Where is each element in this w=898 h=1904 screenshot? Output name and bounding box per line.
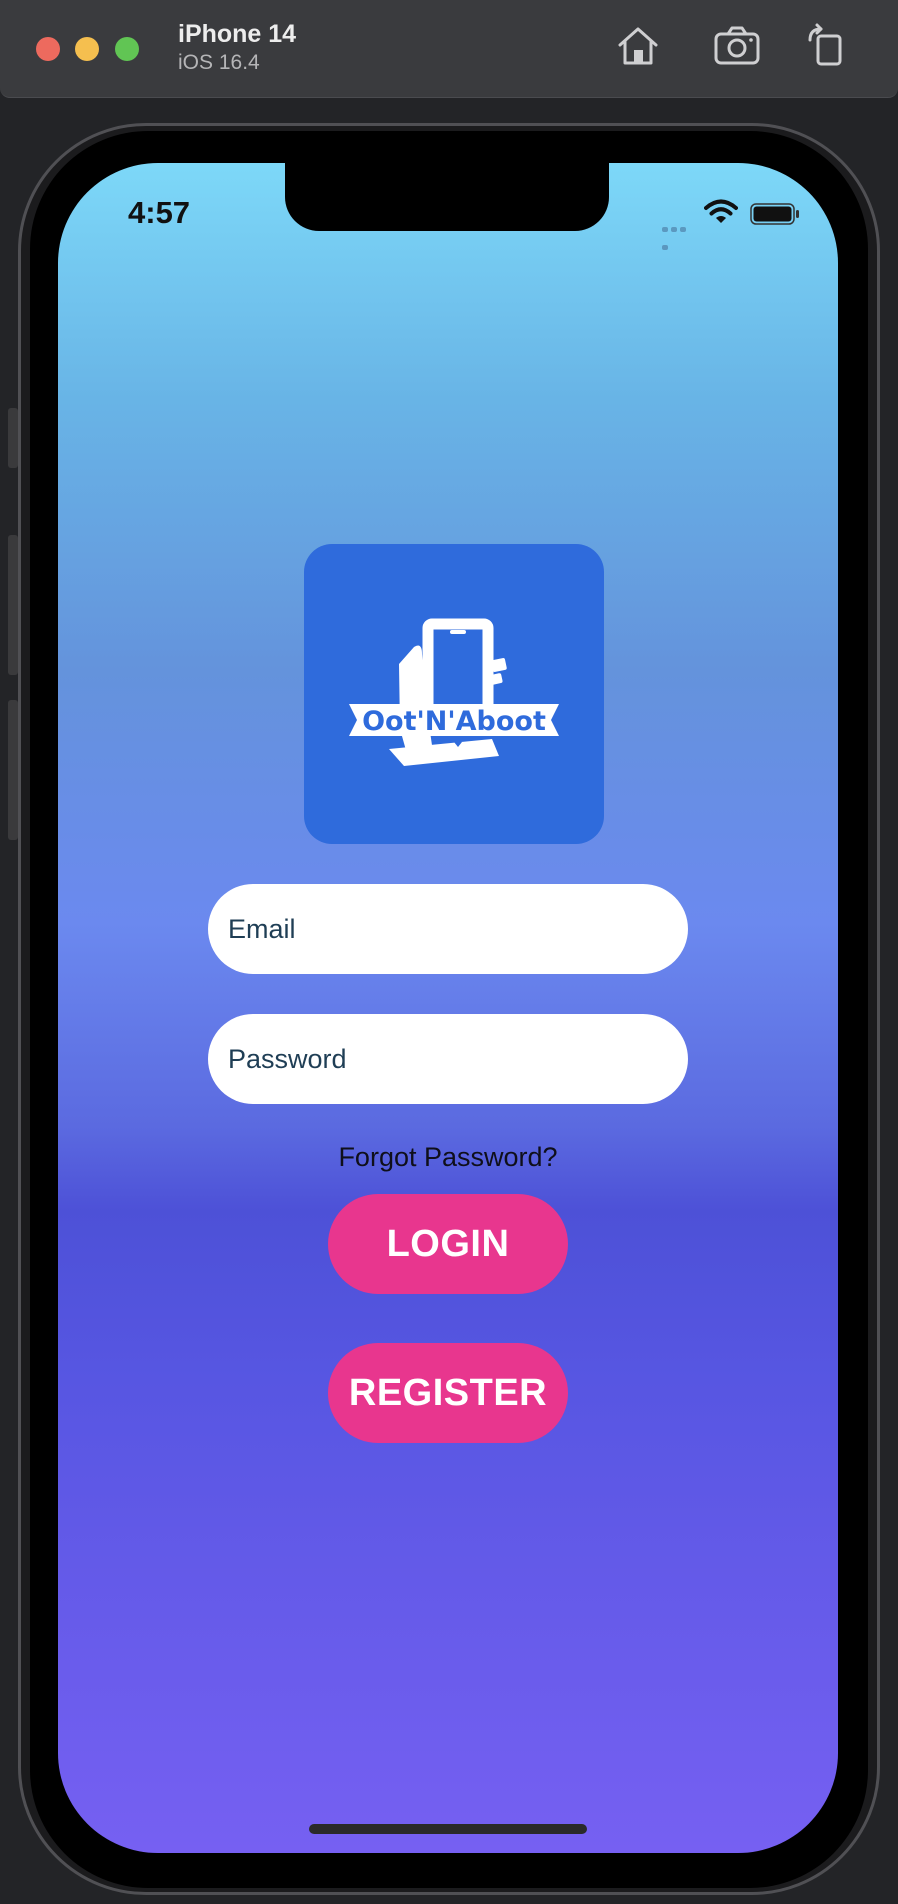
signal-dots-icon [662, 219, 696, 250]
notch [285, 163, 609, 231]
app-logo: Oot'N'Aboot [304, 544, 604, 844]
password-field[interactable] [208, 1014, 688, 1104]
zoom-window-button[interactable] [115, 37, 139, 61]
wifi-icon [704, 198, 738, 226]
battery-icon [750, 203, 800, 225]
device-os-version: iOS 16.4 [178, 51, 260, 74]
app-screen: 4:57 Oot'N'Aboot Email Forgot Password? … [58, 163, 838, 1853]
svg-text:Oot'N'Aboot: Oot'N'Aboot [362, 706, 546, 737]
volume-down-button [8, 700, 18, 840]
device-name: iPhone 14 [178, 20, 297, 48]
login-button[interactable]: LOGIN [328, 1194, 568, 1294]
volume-up-button [8, 535, 18, 675]
mute-switch [8, 408, 18, 468]
simulator-title-bar: iPhone 14 iOS 16.4 [0, 0, 898, 98]
rotate-icon[interactable] [802, 22, 850, 70]
register-button[interactable]: REGISTER [328, 1343, 568, 1443]
status-time: 4:57 [128, 195, 191, 230]
close-window-button[interactable] [36, 37, 60, 61]
home-icon[interactable] [614, 22, 662, 70]
email-field[interactable] [208, 884, 688, 974]
home-indicator[interactable] [309, 1824, 587, 1834]
minimize-window-button[interactable] [75, 37, 99, 61]
screenshot-icon[interactable] [713, 22, 761, 70]
forgot-password-link[interactable]: Forgot Password? [208, 1142, 688, 1173]
